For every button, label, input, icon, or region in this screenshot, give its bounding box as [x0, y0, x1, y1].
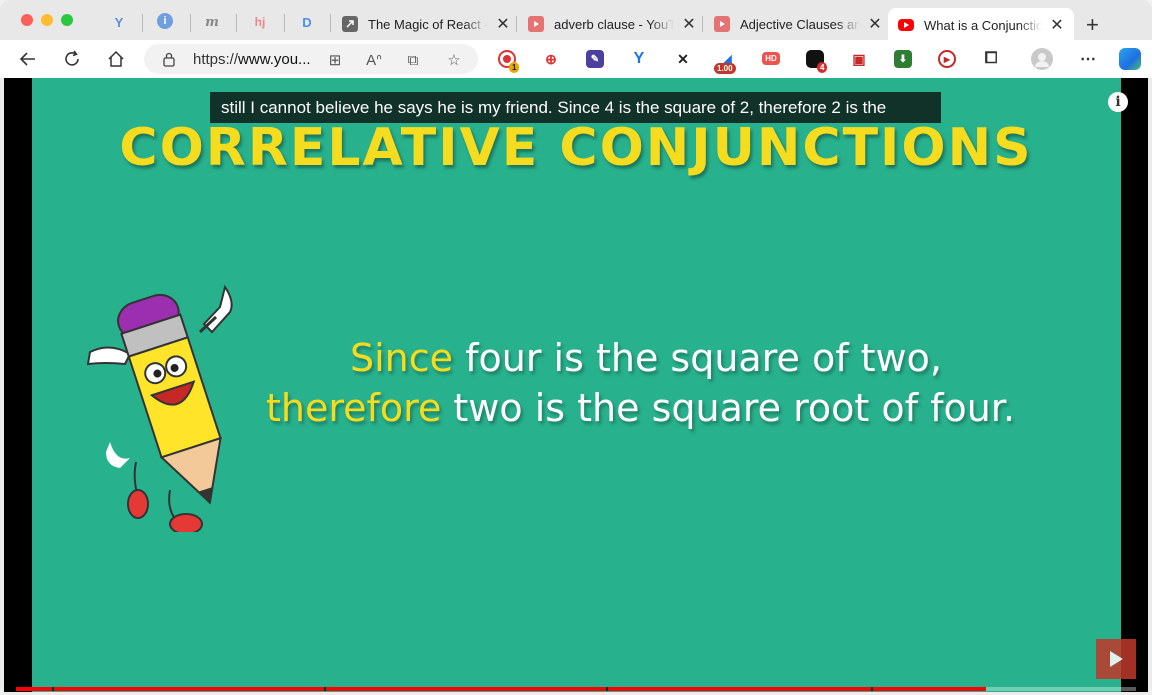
info-icon[interactable]: i: [1108, 92, 1128, 112]
play-extension-icon[interactable]: ▶: [938, 50, 956, 68]
progress-played: [16, 687, 986, 691]
profile-avatar[interactable]: [1031, 48, 1053, 70]
youtube-icon: [528, 16, 544, 32]
pencil-mascot-illustration: [86, 284, 233, 532]
copilot-icon[interactable]: [1119, 48, 1141, 70]
home-icon[interactable]: [105, 48, 127, 70]
pinned-tab-d-icon[interactable]: D: [298, 13, 316, 31]
browser-toolbar: https://www.you... ⊞ A͏ᐢ ⧉ ☆ 1 ⊕ ✎ Y ✕ ◢…: [0, 40, 1152, 78]
back-icon[interactable]: [17, 48, 39, 70]
url-text: https://www.you...: [193, 51, 311, 68]
sentence-text: four is the square of two,: [453, 336, 942, 380]
browser-window: Y i m hj D The Magic of React - ✕ adverb…: [0, 0, 1152, 695]
tab-title: Adjective Clauses and: [740, 16, 860, 32]
video-player[interactable]: still I cannot believe he says he is my …: [4, 78, 1148, 692]
pinned-tab-separator: [284, 14, 285, 32]
keyword-therefore: therefore: [266, 386, 442, 430]
tab-strip: Y i m hj D The Magic of React - ✕ adverb…: [0, 0, 1152, 42]
note-extension-icon[interactable]: ✎: [586, 50, 604, 68]
extension-badge: 1: [509, 62, 520, 73]
v-extension-icon[interactable]: Y: [630, 50, 648, 68]
speed-badge: 1.00: [714, 63, 736, 74]
minimize-window-button[interactable]: [41, 14, 53, 26]
read-aloud-icon[interactable]: A͏ᐢ: [364, 50, 384, 70]
tab-separator: [516, 16, 517, 32]
tab-magic-of-react[interactable]: The Magic of React - ✕: [332, 8, 520, 40]
chapter-marker: [52, 687, 54, 691]
arrow-link-icon: [342, 16, 358, 32]
youtube-play-button[interactable]: [1096, 639, 1136, 679]
split-screen-icon[interactable]: ⊞: [325, 50, 345, 70]
download-extension-icon[interactable]: ⬇: [894, 50, 912, 68]
hd-extension-icon[interactable]: HD: [762, 52, 780, 65]
tab-what-is-a-conjunction[interactable]: What is a Conjunction ✕: [888, 8, 1074, 42]
favorite-star-icon[interactable]: ☆: [444, 50, 464, 70]
slide-sentence-line-1: Since four is the square of two,: [350, 336, 942, 380]
maximize-window-button[interactable]: [61, 14, 73, 26]
arrows-extension-icon[interactable]: ✕: [674, 50, 692, 68]
address-bar[interactable]: https://www.you... ⊞ A͏ᐢ ⧉ ☆: [144, 44, 478, 74]
pinned-tab-separator: [236, 14, 237, 32]
pinned-tab-separator: [190, 14, 191, 32]
close-window-button[interactable]: [21, 14, 33, 26]
pinned-tab-separator: [142, 14, 143, 32]
tab-title: adverb clause - YouTube: [554, 16, 674, 32]
tv-extension-icon[interactable]: ▣: [850, 50, 868, 68]
more-menu-icon[interactable]: ⋯: [1079, 50, 1097, 68]
tab-adverb-clause[interactable]: adverb clause - YouTube ✕: [518, 8, 706, 40]
app-available-icon[interactable]: ⧉: [403, 50, 423, 70]
tab-close-icon[interactable]: ✕: [496, 14, 510, 34]
pinned-tab-info-icon[interactable]: i: [157, 13, 173, 29]
pinned-tab-separator: [330, 14, 331, 32]
tab-close-icon[interactable]: ✕: [868, 14, 882, 34]
youtube-icon: [898, 19, 914, 31]
tab-title: The Magic of React -: [368, 16, 488, 32]
sentence-text: two is the square root of four.: [441, 386, 1016, 430]
video-progress-bar[interactable]: [16, 687, 1136, 691]
extension-badge: 4: [817, 62, 828, 73]
reload-icon[interactable]: [61, 48, 83, 70]
pinned-tab-vimeo-like-icon[interactable]: Y: [110, 13, 128, 31]
slide-heading: CORRELATIVE CONJUNCTIONS: [119, 118, 1033, 178]
slide-sentence-line-2: therefore two is the square root of four…: [266, 386, 1015, 430]
tab-close-icon[interactable]: ✕: [1050, 15, 1064, 35]
search-extension-icon[interactable]: ⊕: [542, 50, 560, 68]
chapter-marker: [324, 687, 326, 691]
new-tab-button[interactable]: +: [1086, 12, 1099, 38]
keyword-since: Since: [350, 336, 454, 380]
tab-close-icon[interactable]: ✕: [682, 14, 696, 34]
youtube-icon: [714, 16, 730, 32]
pinned-tab-m-icon[interactable]: m: [203, 13, 221, 31]
tab-separator: [702, 16, 703, 32]
tab-adjective-clauses[interactable]: Adjective Clauses and ✕: [704, 8, 892, 40]
lock-icon: [163, 52, 175, 67]
chapter-marker: [606, 687, 608, 691]
pinned-tab-hj-icon[interactable]: hj: [251, 13, 269, 31]
extensions-puzzle-icon[interactable]: ⧠: [982, 50, 1000, 68]
chapter-marker: [871, 687, 873, 691]
tab-title: What is a Conjunction: [924, 17, 1042, 33]
